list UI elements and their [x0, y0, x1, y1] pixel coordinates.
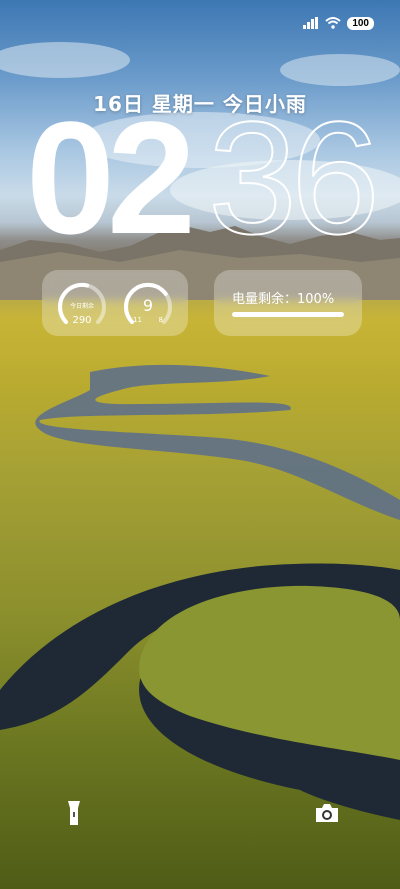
temperature-low: 11 — [133, 316, 142, 324]
health-weather-widget[interactable]: 今日剩余 290 9 11 8 — [42, 270, 188, 336]
wifi-icon — [325, 14, 341, 33]
steps-value: 290 — [72, 315, 92, 326]
camera-button[interactable] — [310, 798, 344, 832]
battery-progress-track — [232, 312, 344, 317]
clock-hours: 02 — [26, 88, 196, 267]
camera-icon — [314, 802, 340, 828]
temperature-high: 8 — [158, 316, 163, 324]
steps-label: 今日剩余 — [69, 303, 94, 310]
temperature-gauge: 9 11 8 — [122, 280, 174, 332]
battery-indicator: 100 — [347, 16, 374, 30]
steps-gauge: 今日剩余 290 — [56, 280, 108, 332]
signal-bars-icon — [303, 14, 319, 33]
flashlight-button[interactable] — [57, 798, 91, 832]
battery-progress-fill — [232, 312, 344, 317]
temperature-range: 11 8 — [122, 316, 174, 324]
status-bar: 100 — [0, 0, 400, 40]
battery-remaining-label: 电量剩余：100% — [232, 292, 335, 307]
temperature-current: 9 — [142, 296, 154, 315]
clock-minutes: 36 — [207, 88, 381, 267]
flashlight-icon — [66, 799, 82, 831]
battery-widget[interactable]: 电量剩余：100% — [214, 270, 362, 336]
